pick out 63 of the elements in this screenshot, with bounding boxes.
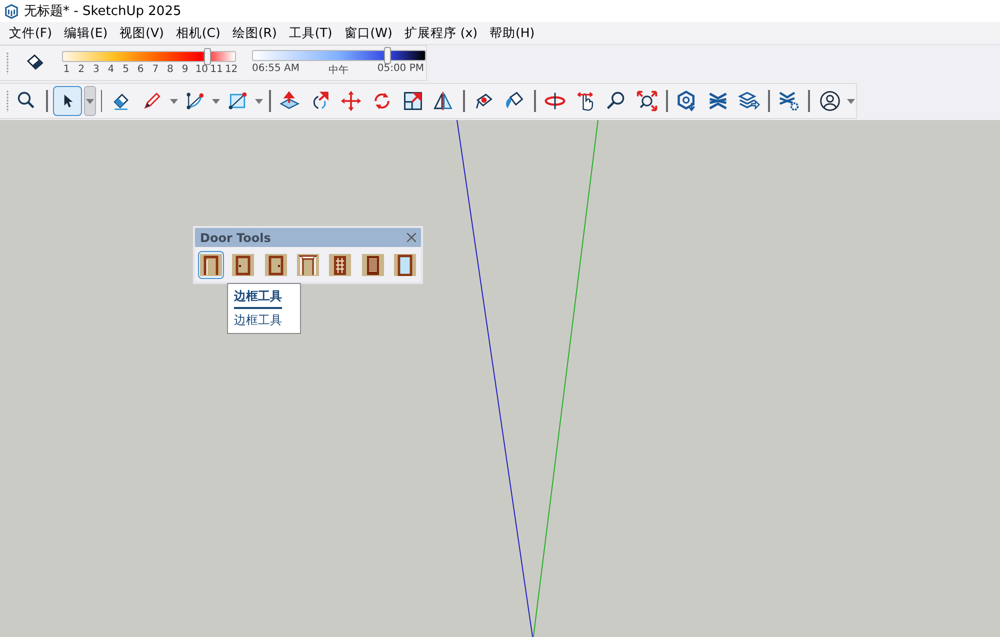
slider-tick-label: 9 [180, 64, 190, 75]
caret-icon [847, 98, 855, 104]
menu-item[interactable]: 绘图(R) [226, 24, 283, 42]
menu-item[interactable]: 窗口(W) [338, 24, 398, 42]
door-tool-button[interactable] [262, 251, 289, 279]
slider-thumb[interactable] [384, 46, 392, 64]
close-button[interactable] [407, 233, 416, 242]
door-icon [362, 254, 384, 276]
caret-icon [170, 98, 178, 104]
slider-tick-label: 6 [136, 64, 145, 75]
zoom-extents-icon [636, 90, 658, 112]
push-pull-icon [279, 90, 302, 112]
mirror-triangle-icon [432, 90, 454, 112]
slider-tick-label: 8 [166, 64, 174, 75]
door-icon [296, 254, 319, 276]
rectangle-icon [226, 90, 249, 112]
slider-tick-label: 2 [77, 64, 86, 75]
chevrons-icon [707, 90, 729, 112]
arc-icon [184, 90, 206, 112]
slider-tick-label: 7 [151, 64, 160, 75]
caret-icon [212, 98, 220, 104]
user-circle-icon [818, 90, 841, 112]
door-tool-button[interactable] [392, 251, 418, 279]
scale-icon [402, 90, 424, 112]
layer-stack-arrow-icon [738, 90, 760, 112]
slider-tick-label: 06:55 AM [252, 62, 300, 76]
tooltip-title: 边框工具 [234, 288, 282, 309]
slider-tick-label: 4 [106, 64, 116, 75]
tooltip-description: 边框工具 [234, 312, 283, 329]
slider-tick-label: 3 [92, 64, 100, 75]
door-tool-button[interactable] [294, 251, 322, 279]
door-icon [200, 254, 222, 276]
app-logo-icon [4, 4, 19, 18]
menu-item[interactable]: 相机(C) [170, 24, 226, 42]
menu-item[interactable]: 工具(T) [282, 24, 338, 42]
door-icon [264, 254, 287, 276]
close-icon [407, 233, 416, 242]
orbit-icon [544, 90, 566, 112]
slider-thumb[interactable] [204, 48, 212, 65]
menu-item[interactable]: 扩展程序 (x) [398, 24, 484, 42]
tool-button[interactable] [53, 86, 82, 116]
door-tool-button[interactable] [327, 251, 354, 279]
caret-icon [86, 98, 94, 104]
door-tool-button[interactable] [230, 251, 257, 279]
chevrons-gear-icon [778, 90, 800, 112]
door-icon [232, 254, 254, 276]
menu-item[interactable]: 文件(F) [3, 24, 58, 42]
door-icon [329, 254, 352, 276]
slider-tick-label: 11 [210, 64, 220, 75]
slider-tick-label: 中午 [328, 64, 348, 76]
door-icon [394, 254, 416, 276]
menu-item[interactable]: 帮助(H) [484, 24, 541, 42]
caret-icon [254, 98, 263, 104]
slider-tick-label: 05:00 PM [377, 62, 424, 76]
door-tool-button[interactable] [359, 251, 386, 279]
move-arrows-icon [340, 90, 362, 112]
menu-item[interactable]: 视图(V) [114, 24, 170, 42]
slider-tick-label: 5 [122, 64, 130, 75]
window-title: 无标题* - SketchUp 2025 [24, 3, 182, 20]
door-tool-button[interactable] [198, 251, 224, 279]
panel-title: Door Tools [200, 230, 271, 244]
menu-item[interactable]: 编辑(E) [58, 24, 114, 42]
slider-tick-label: 1 [62, 64, 71, 75]
